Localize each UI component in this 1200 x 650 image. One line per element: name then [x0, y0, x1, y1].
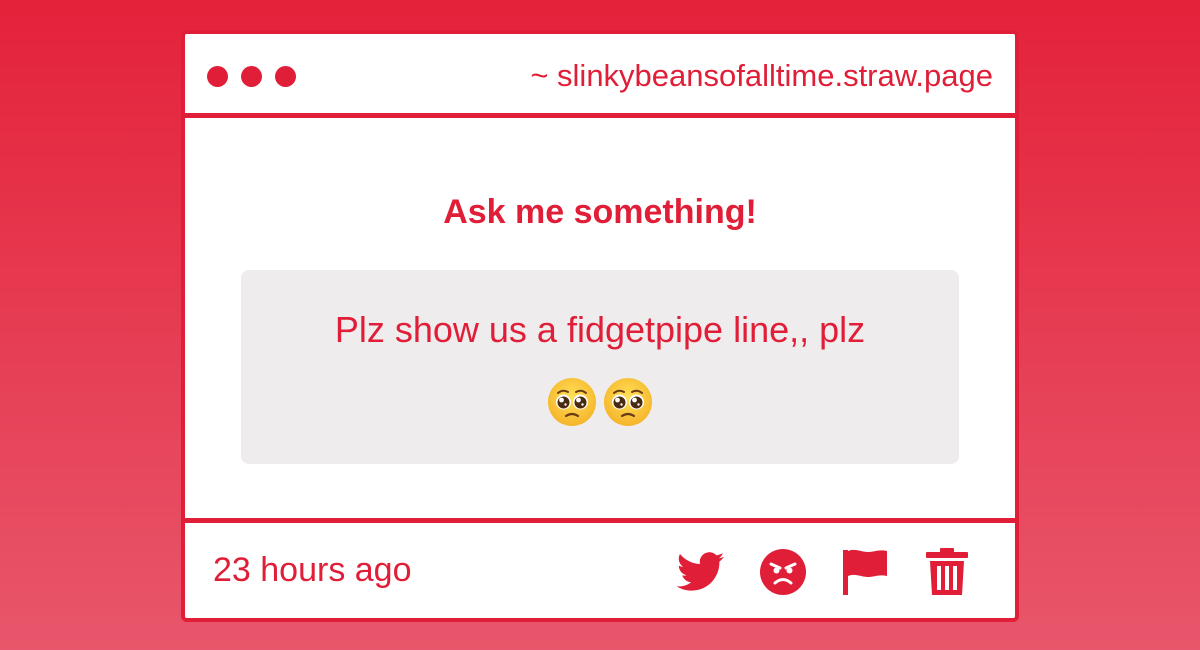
page-title: Ask me something! [443, 193, 757, 231]
window-dot-3 [275, 66, 296, 87]
page-url: ~ slinkybeansofalltime.straw.page [530, 58, 993, 93]
card-footer: 23 hours ago [185, 518, 1015, 618]
trash-icon [926, 548, 968, 595]
timestamp: 23 hours ago [213, 551, 412, 589]
card-content: Ask me something! Plz show us a fidgetpi… [185, 118, 1015, 522]
question-box: Plz show us a fidgetpipe line,, plz [241, 270, 959, 464]
window-dot-1 [207, 66, 228, 87]
window-dot-2 [241, 66, 262, 87]
angry-face-icon [760, 549, 806, 595]
delete-button[interactable] [923, 548, 971, 596]
twitter-icon [677, 552, 725, 591]
window-controls [207, 66, 296, 87]
card-window: ~ slinkybeansofalltime.straw.page Ask me… [181, 30, 1019, 622]
action-bar [677, 548, 971, 596]
emoji-row [241, 376, 959, 428]
report-button[interactable] [841, 548, 889, 596]
flag-icon [843, 549, 887, 595]
question-text: Plz show us a fidgetpipe line,, plz [334, 309, 866, 350]
block-button[interactable] [759, 548, 807, 596]
pleading-face-emoji [604, 378, 652, 426]
share-twitter-button[interactable] [677, 548, 725, 596]
window-titlebar: ~ slinkybeansofalltime.straw.page [185, 34, 1015, 118]
pleading-face-emoji [548, 378, 596, 426]
